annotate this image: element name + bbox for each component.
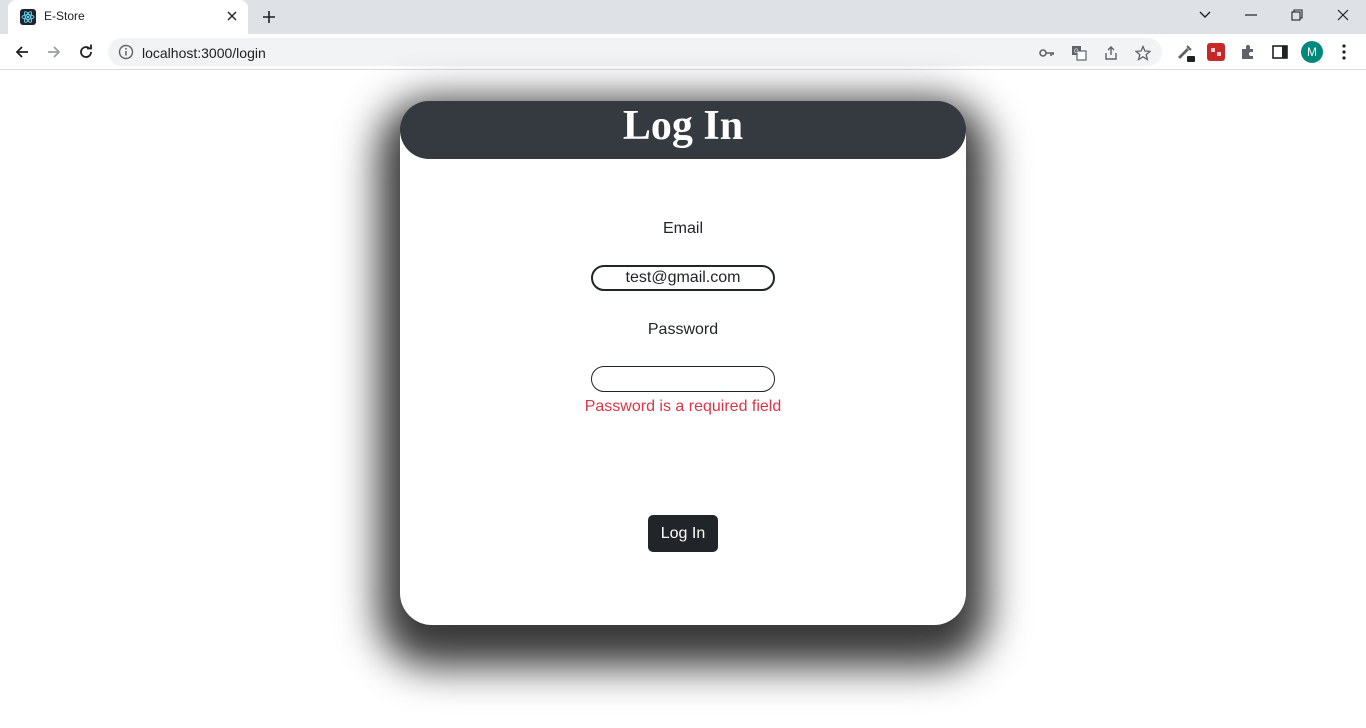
tab-search-icon[interactable] xyxy=(1192,4,1218,26)
login-card: Log In Email Password Password is a requ… xyxy=(400,101,966,625)
key-icon[interactable] xyxy=(1038,44,1056,62)
page-title: Log In xyxy=(622,103,744,149)
back-icon[interactable] xyxy=(10,40,34,64)
tab-strip: E-Store xyxy=(0,0,1366,34)
reload-icon[interactable] xyxy=(74,40,98,64)
eyedropper-extension-icon[interactable] xyxy=(1174,41,1196,63)
close-tab-icon[interactable] xyxy=(224,8,240,24)
password-field[interactable] xyxy=(591,366,775,392)
page-content: Log In Email Password Password is a requ… xyxy=(0,71,1366,728)
tab-title: E-Store xyxy=(44,9,85,23)
translate-icon[interactable]: G xyxy=(1070,44,1088,62)
forward-icon[interactable] xyxy=(42,40,66,64)
address-bar[interactable]: localhost:3000/login G xyxy=(108,38,1162,66)
minimize-icon[interactable] xyxy=(1238,4,1264,26)
new-tab-icon[interactable] xyxy=(258,6,280,28)
login-card-header: Log In xyxy=(400,101,966,159)
close-window-icon[interactable] xyxy=(1330,4,1356,26)
bookmark-star-icon[interactable] xyxy=(1134,44,1152,62)
profile-avatar[interactable]: M xyxy=(1301,41,1323,63)
email-label: Email xyxy=(662,220,703,237)
svg-text:G: G xyxy=(1074,49,1079,55)
browser-tab[interactable]: E-Store xyxy=(8,0,248,34)
email-field[interactable] xyxy=(591,265,775,291)
restore-icon[interactable] xyxy=(1284,4,1310,26)
url-text: localhost:3000/login xyxy=(142,45,266,61)
side-panel-icon[interactable] xyxy=(1269,41,1291,63)
share-icon[interactable] xyxy=(1102,44,1120,62)
react-icon xyxy=(20,9,36,25)
puzzle-icon[interactable] xyxy=(1237,41,1259,63)
browser-toolbar: localhost:3000/login G M xyxy=(0,34,1366,70)
extension-icon[interactable] xyxy=(1205,41,1227,63)
login-button[interactable]: Log In xyxy=(648,515,718,552)
password-label: Password xyxy=(647,321,719,338)
password-error-message: Password is a required field xyxy=(584,398,782,415)
more-menu-icon[interactable] xyxy=(1333,41,1355,63)
site-info-icon[interactable] xyxy=(118,44,134,60)
